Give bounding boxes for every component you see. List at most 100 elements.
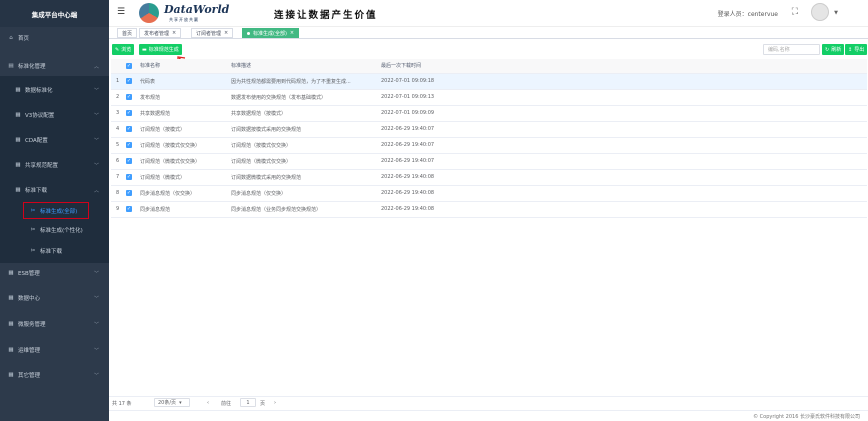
sidebar-item-datacenter[interactable]: ▦ 数据中心 ﹀	[0, 291, 109, 305]
table-row[interactable]: 3 ✓ 共享数据规范 共享数据规范（按模式） 2022-07-01 09:09:09	[111, 105, 867, 122]
chevron-down-icon: ﹀	[93, 87, 99, 94]
row-checkbox[interactable]: ✓	[123, 73, 137, 90]
sidebar-item-home[interactable]: ⌂ 首页	[0, 31, 109, 45]
checkbox-checked-icon[interactable]: ✓	[126, 110, 132, 116]
checkbox-checked-icon[interactable]: ✓	[126, 126, 132, 132]
checkbox-checked-icon[interactable]: ✓	[126, 78, 132, 84]
login-user: 登录人员：centervue	[717, 11, 778, 18]
column-header: 标准描述	[228, 59, 378, 74]
sidebar-item-label: 数据中心	[18, 296, 41, 302]
chevron-down-icon: ﹀	[93, 295, 99, 302]
sidebar-item-data-standard[interactable]: ▦ 数据标准化 ﹀	[0, 83, 109, 97]
next-page-icon[interactable]: ›	[274, 400, 276, 406]
checkbox-checked-icon[interactable]: ✓	[126, 94, 132, 100]
export-button[interactable]: ↥ 导出	[845, 44, 868, 55]
sidebar-item-other[interactable]: ▦ 其它管理 ﹀	[0, 368, 109, 382]
sidebar-item-cda[interactable]: ▦ CDA配置 ﹀	[0, 133, 109, 147]
refresh-button[interactable]: ↻ 刷新	[822, 44, 845, 55]
sidebar-item-generate-custom[interactable]: ✂ 标准生成(个性化)	[0, 223, 109, 237]
standard-icon: ▤	[8, 63, 14, 69]
row-checkbox[interactable]: ✓	[123, 185, 137, 202]
close-icon[interactable]: ×	[172, 30, 176, 36]
standard-description: 订阅数据微模式采用的交换规范	[228, 169, 378, 186]
search-input[interactable]: 编码,名称	[763, 44, 820, 55]
table-row[interactable]: 4 ✓ 订阅规范（按模式） 订阅数据按模式采用的交换规范 2022-06-29 19:4…	[111, 121, 867, 138]
hamburger-icon[interactable]: ☰	[117, 7, 125, 17]
row-checkbox[interactable]: ✓	[123, 169, 137, 186]
row-checkbox[interactable]: ✓	[123, 201, 137, 218]
prev-page-icon[interactable]: ‹	[207, 400, 209, 406]
datacenter-icon: ▦	[8, 295, 14, 301]
microservice-icon: ▦	[8, 321, 14, 327]
protocol-icon: ▦	[15, 112, 21, 118]
share-icon: ▦	[15, 162, 21, 168]
sidebar-item-label: 标准下载	[25, 188, 48, 194]
fullscreen-icon[interactable]: ⛶	[792, 7, 798, 17]
row-checkbox[interactable]: ✓	[123, 137, 137, 154]
page-input[interactable]: 1	[240, 398, 256, 407]
caret-down-icon[interactable]: ▼	[834, 10, 838, 16]
button-label: 刷新	[831, 47, 842, 53]
last-download-time: 2022-06-29 19:40:08	[378, 185, 867, 202]
sidebar-item-ops[interactable]: ▦ 运维管理 ﹀	[0, 343, 109, 357]
checkbox-checked-icon[interactable]: ✓	[126, 190, 132, 196]
last-download-time: 2022-07-01 09:09:09	[378, 105, 867, 122]
close-icon[interactable]: ×	[224, 30, 228, 36]
sidebar-item-label: 标准下载	[40, 249, 63, 255]
sidebar-item-label: 标准生成(个性化)	[40, 228, 83, 234]
table-row[interactable]: 8 ✓ 同步消息规范（仅交换） 同步消息规范（仅交换） 2022-06-29 19:40…	[111, 185, 867, 202]
checkbox-checked-icon[interactable]: ✓	[126, 158, 132, 164]
row-checkbox[interactable]: ✓	[123, 105, 137, 122]
standard-name: 订阅规范（按模式）	[137, 121, 228, 138]
data-icon: ▦	[15, 87, 21, 93]
sidebar-item-standard[interactable]: ▤ 标准化管理 ︿	[0, 59, 109, 73]
button-label: 导出	[854, 47, 865, 53]
checkbox-checked-icon[interactable]: ✓	[126, 142, 132, 148]
standard-description: 因为共性规范都需要用到代码规范，为了不重复生成...	[228, 73, 378, 90]
table-row[interactable]: 2 ✓ 发布规范 数据发布使用的交换规范（发布基础模式） 2022-07-01 09:0…	[111, 89, 867, 106]
standard-description: 同步消息规范（仅交换）	[228, 185, 378, 202]
app-title: 集成平台中心端	[0, 0, 109, 27]
chevron-down-icon: ﹀	[93, 347, 99, 354]
row-checkbox[interactable]: ✓	[123, 121, 137, 138]
table-row[interactable]: 7 ✓ 订阅规范（微模式） 订阅数据微模式采用的交换规范 2022-06-29 19:4…	[111, 169, 867, 186]
select-all-checkbox[interactable]: ✓	[123, 59, 137, 74]
avatar[interactable]	[811, 3, 829, 21]
button-label: 标准规范生成	[148, 47, 179, 53]
toolbar: ✎ 浏览 ▬ 标准规范生成 编码,名称 ↻ 刷新 ↥ 导出	[109, 40, 868, 56]
last-download-time: 2022-06-29 19:40:07	[378, 153, 867, 170]
table-header-row: ✓ 标准名称 标准描述 最后一次下载时间	[111, 59, 867, 74]
table-row[interactable]: 5 ✓ 订阅规范（按模式仅交换） 订阅规范（按模式仅交换） 2022-06-29 19:…	[111, 137, 867, 154]
generate-standard-button[interactable]: ▬ 标准规范生成	[139, 44, 182, 55]
tag-generate-all[interactable]: 标准生成(全部) ×	[242, 28, 300, 38]
table-row[interactable]: 6 ✓ 订阅规范（微模式仅交换） 订阅规范（微模式仅交换） 2022-06-29 19:…	[111, 153, 867, 170]
standard-name: 同步消息规范（仅交换）	[137, 185, 228, 202]
sidebar-item-microservice[interactable]: ▦ 微服务管理 ﹀	[0, 317, 109, 331]
sidebar-item-download[interactable]: ▦ 标准下载 ︿	[0, 183, 109, 197]
chevron-down-icon: ﹀	[93, 372, 99, 379]
tag-home[interactable]: 首页	[117, 28, 138, 38]
row-index: 7	[111, 169, 123, 186]
browse-button[interactable]: ✎ 浏览	[112, 44, 135, 55]
sidebar-item-esb[interactable]: ▦ ESB管理 ﹀	[0, 266, 109, 280]
last-download-time: 2022-07-01 09:09:18	[378, 73, 867, 90]
sidebar-item-v3[interactable]: ▦ V3协议配置 ﹀	[0, 108, 109, 122]
sidebar-item-standard-download[interactable]: ✂ 标准下载	[0, 244, 109, 258]
checkbox-checked-icon[interactable]: ✓	[126, 206, 132, 212]
sidebar-item-share[interactable]: ▦ 共享规范配置 ﹀	[0, 158, 109, 172]
tag-publisher[interactable]: 发布者管理 ×	[139, 28, 182, 38]
close-icon[interactable]: ×	[290, 30, 294, 36]
standard-name: 订阅规范（微模式仅交换）	[137, 153, 228, 170]
standard-description: 共享数据规范（按模式）	[228, 105, 378, 122]
sidebar: 集成平台中心端 ⌂ 首页 ▤ 标准化管理 ︿ ▦ 数据标准化 ﹀ ▦ V3协议配…	[0, 0, 109, 421]
page-size-select[interactable]: 20条/页 ▾	[154, 398, 190, 407]
tag-label: 首页	[122, 30, 133, 37]
last-download-time: 2022-06-29 19:40:07	[378, 121, 867, 138]
row-checkbox[interactable]: ✓	[123, 89, 137, 106]
row-checkbox[interactable]: ✓	[123, 153, 137, 170]
table-row[interactable]: 1 ✓ 代码表 因为共性规范都需要用到代码规范，为了不重复生成... 2022-07-0…	[111, 73, 867, 90]
checkbox-checked-icon[interactable]: ✓	[126, 174, 132, 180]
goto-label: 前往	[221, 401, 232, 407]
tag-subscriber[interactable]: 订阅者管理 ×	[191, 28, 234, 38]
table-row[interactable]: 9 ✓ 同步消息规范 同步消息规范（业务同步规范交换规范） 2022-06-29 19:…	[111, 201, 867, 218]
